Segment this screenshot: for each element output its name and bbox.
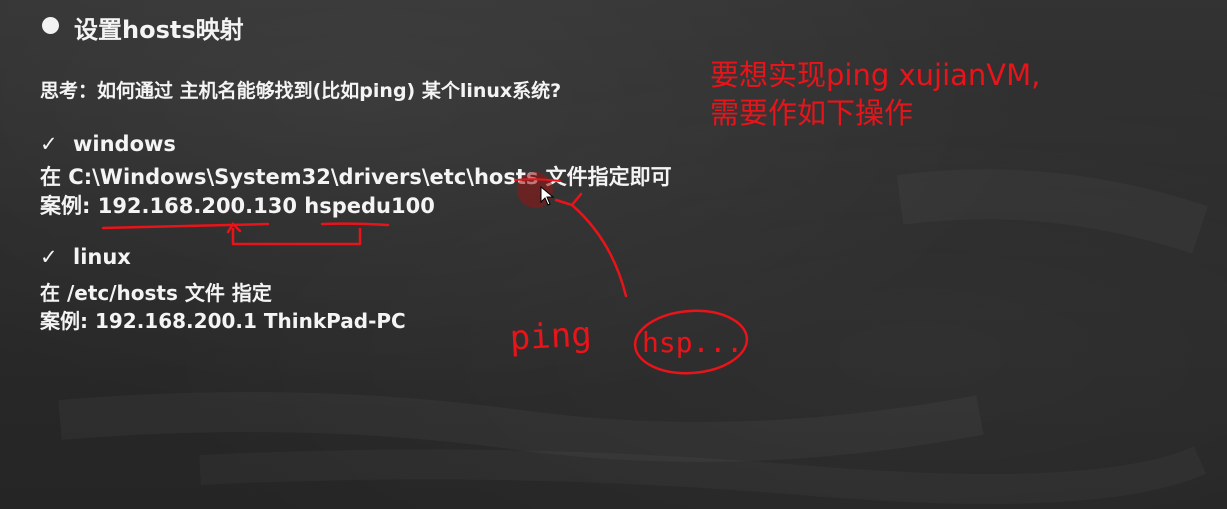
- linux-heading: ✓ linux: [40, 245, 131, 269]
- slide-title: 设置hosts映射: [74, 16, 244, 44]
- question-text: 思考：如何通过 主机名能够找到(比如ping) 某个linux系统?: [40, 80, 562, 102]
- hand-ping-text: ping: [509, 314, 593, 358]
- annotation-note-line-2: 需要作如下操作: [710, 96, 914, 130]
- linux-heading-label: linux: [73, 245, 131, 269]
- linux-example: 案例: 192.168.200.1 ThinkPad-PC: [40, 309, 406, 333]
- windows-hosts-path: 在 C:\Windows\System32\drivers\etc\hosts …: [40, 165, 672, 189]
- bracket-arrowhead: [226, 222, 242, 234]
- bullet-icon: [42, 17, 59, 34]
- windows-heading-label: windows: [73, 132, 176, 156]
- windows-example: 案例: 192.168.200.130 hspedu100: [40, 194, 435, 218]
- linux-hosts-path: 在 /etc/hosts 文件 指定: [40, 281, 272, 305]
- curved-arrowhead: [554, 192, 583, 207]
- windows-heading: ✓ windows: [40, 132, 176, 156]
- hand-circle: [633, 309, 749, 375]
- checkmark-icon: ✓: [40, 132, 58, 156]
- annotation-note-line-1: 要想实现ping xujianVM,: [710, 58, 1041, 92]
- hand-hsp-text: hsp...: [642, 326, 743, 359]
- chalkboard-slide: 设置hosts映射 思考：如何通过 主机名能够找到(比如ping) 某个linu…: [0, 0, 1227, 509]
- mouse-cursor-icon: [540, 186, 555, 206]
- checkmark-icon: ✓: [40, 245, 58, 269]
- underline-hostname: [320, 222, 390, 227]
- bracket-connector: [231, 228, 362, 246]
- curved-arrow: [570, 203, 628, 298]
- underline-ip: [101, 222, 270, 230]
